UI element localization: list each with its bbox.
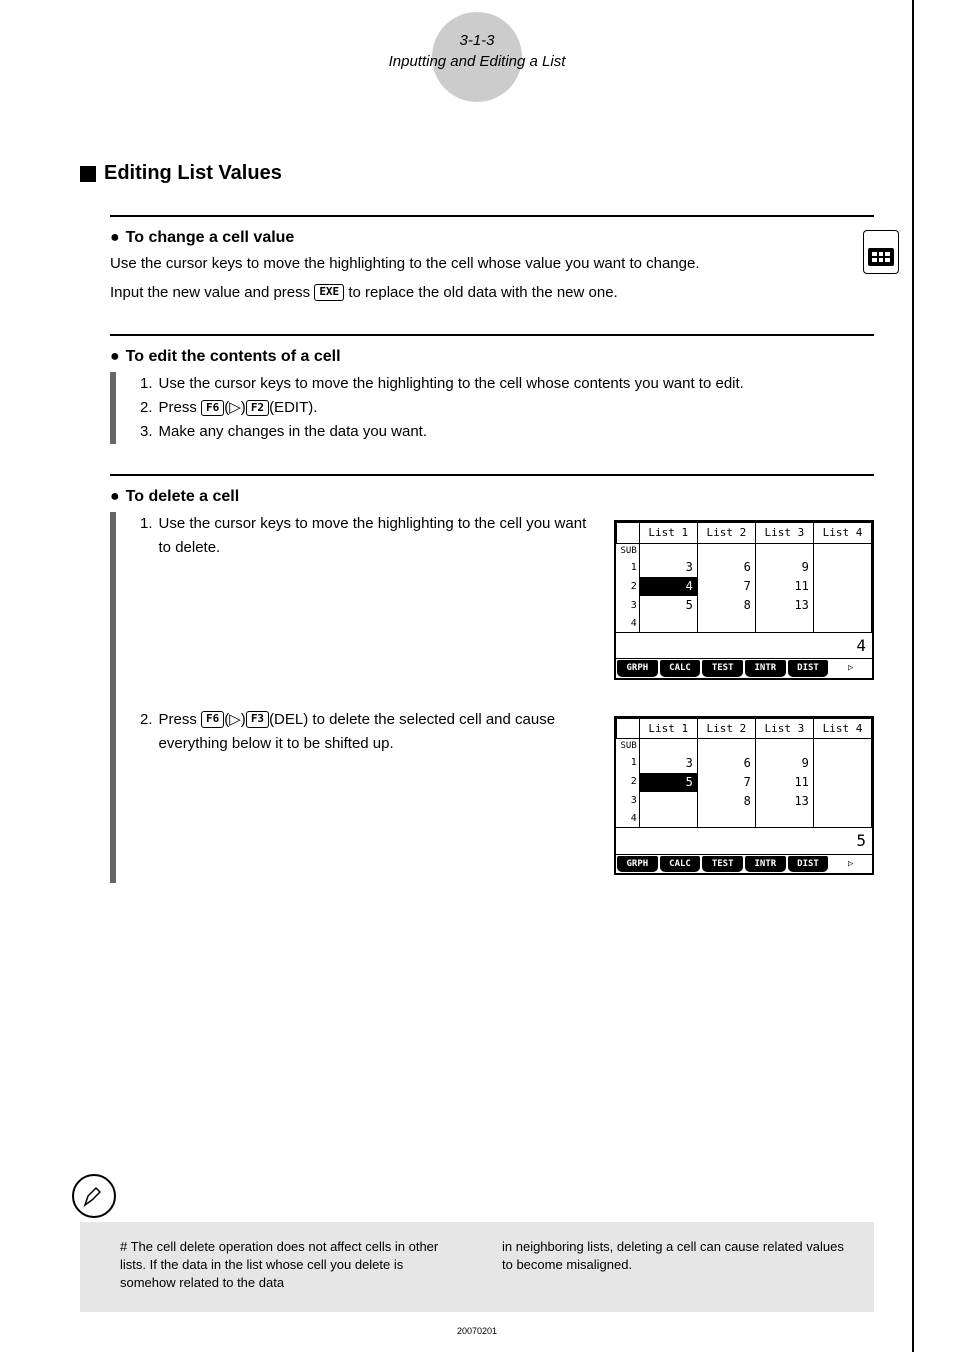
sub3-title: ● To delete a cell xyxy=(110,488,874,506)
f3-key: F3 xyxy=(246,711,269,727)
section-title: Inputting and Editing a List xyxy=(0,51,954,72)
sub2-step1: Use the cursor keys to move the highligh… xyxy=(159,372,744,396)
section-number: 3-1-3 xyxy=(0,30,954,51)
main-heading-text: Editing List Values xyxy=(104,162,282,185)
calc-screenshot-1: List 1List 2List 3List 4SUB1369247113581… xyxy=(612,520,874,680)
sub3-step2: Press F6(▷)F3(DEL) to delete the selecte… xyxy=(159,708,592,756)
f6-key: F6 xyxy=(201,400,224,416)
sub2-step2: Press F6(▷)F2(EDIT). xyxy=(159,396,318,420)
f6-key-2: F6 xyxy=(201,711,224,727)
main-heading: Editing List Values xyxy=(80,162,874,185)
exe-key: EXE xyxy=(314,284,344,300)
f2-key: F2 xyxy=(246,400,269,416)
sub1-body1: Use the cursor keys to move the highligh… xyxy=(110,253,874,276)
sub2-step3: Make any changes in the data you want. xyxy=(159,420,428,444)
sub1-body2: Input the new value and press EXE to rep… xyxy=(110,282,874,305)
square-icon xyxy=(80,166,96,182)
sub2-title-text: To edit the contents of a cell xyxy=(126,348,341,366)
sub1-body2-post: to replace the old data with the new one… xyxy=(344,284,618,301)
note-col2: in neighboring lists, deleting a cell ca… xyxy=(502,1238,844,1302)
sub3-step1: Use the cursor keys to move the highligh… xyxy=(159,512,592,560)
pencil-icon xyxy=(72,1174,116,1218)
page-header: 3-1-3 Inputting and Editing a List xyxy=(0,0,954,72)
page-code: 20070201 xyxy=(0,1326,954,1336)
mode-icon xyxy=(863,230,899,274)
sub1-title-text: To change a cell value xyxy=(126,229,295,247)
calc-screenshot-2: List 1List 2List 3List 4SUB1369257113813… xyxy=(612,716,874,876)
sub1-body2-pre: Input the new value and press xyxy=(110,284,314,301)
sub2-title: ● To edit the contents of a cell xyxy=(110,348,874,366)
note-col1: # The cell delete operation does not aff… xyxy=(120,1238,462,1302)
footnote-section: # The cell delete operation does not aff… xyxy=(80,1222,874,1312)
sub1-title: ● To change a cell value xyxy=(110,229,874,247)
sub3-title-text: To delete a cell xyxy=(126,488,240,506)
